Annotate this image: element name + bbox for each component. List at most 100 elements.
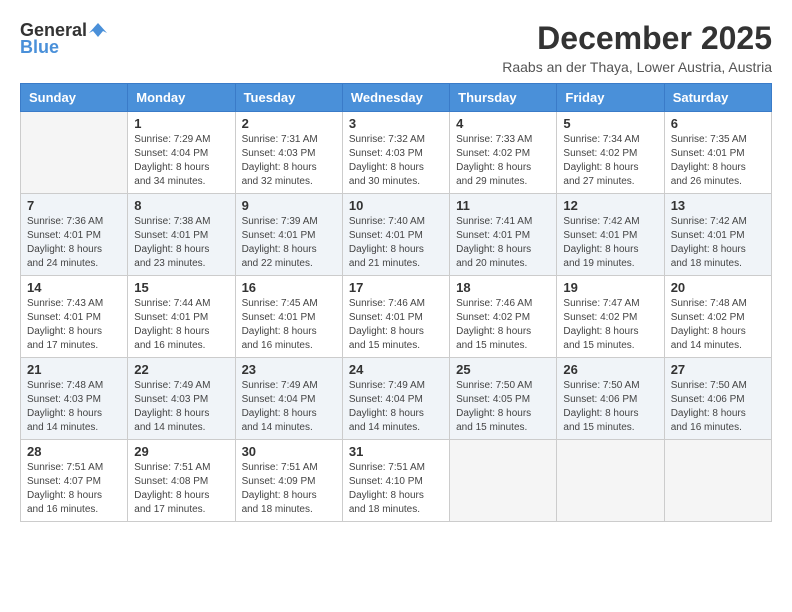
day-info: Sunrise: 7:51 AMSunset: 4:07 PMDaylight:… (27, 461, 121, 517)
day-number: 14 (27, 280, 121, 295)
day-number: 12 (563, 198, 657, 213)
day-info: Sunrise: 7:31 AMSunset: 4:03 PMDaylight:… (242, 133, 336, 189)
table-row: 1 Sunrise: 7:29 AMSunset: 4:04 PMDaylight… (128, 112, 235, 194)
calendar-week-row: 1 Sunrise: 7:29 AMSunset: 4:04 PMDaylight… (21, 112, 772, 194)
day-number: 23 (242, 362, 336, 377)
table-row: 4Sunrise: 7:33 AMSunset: 4:02 PMDaylight… (450, 112, 557, 194)
header-wednesday: Wednesday (342, 84, 449, 112)
table-row: 9 Sunrise: 7:39 AMSunset: 4:01 PMDaylight… (235, 194, 342, 276)
header-tuesday: Tuesday (235, 84, 342, 112)
day-info: Sunrise: 7:29 AMSunset: 4:04 PMDaylight:… (134, 133, 228, 189)
day-number: 27 (671, 362, 765, 377)
table-row: 19 Sunrise: 7:47 AMSunset: 4:02 PMDayligh… (557, 276, 664, 358)
day-number: 31 (349, 444, 443, 459)
table-row: 11Sunrise: 7:41 AMSunset: 4:01 PMDayligh… (450, 194, 557, 276)
day-number: 13 (671, 198, 765, 213)
table-row: 17 Sunrise: 7:46 AMSunset: 4:01 PMDayligh… (342, 276, 449, 358)
day-number: 4 (456, 116, 550, 131)
calendar-week-row: 21 Sunrise: 7:48 AMSunset: 4:03 PMDayligh… (21, 358, 772, 440)
day-number: 29 (134, 444, 228, 459)
table-row: 12 Sunrise: 7:42 AMSunset: 4:01 PMDayligh… (557, 194, 664, 276)
day-info: Sunrise: 7:38 AMSunset: 4:01 PMDaylight:… (134, 215, 228, 271)
day-number: 22 (134, 362, 228, 377)
table-row: 26Sunrise: 7:50 AMSunset: 4:06 PMDayligh… (557, 358, 664, 440)
table-row: 27 Sunrise: 7:50 AMSunset: 4:06 PMDayligh… (664, 358, 771, 440)
day-number: 24 (349, 362, 443, 377)
day-info: Sunrise: 7:48 AMSunset: 4:02 PMDaylight:… (671, 297, 765, 353)
table-row: 18Sunrise: 7:46 AMSunset: 4:02 PMDayligh… (450, 276, 557, 358)
table-row (450, 440, 557, 522)
header-monday: Monday (128, 84, 235, 112)
table-row: 20 Sunrise: 7:48 AMSunset: 4:02 PMDayligh… (664, 276, 771, 358)
day-number: 11 (456, 198, 550, 213)
day-info: Sunrise: 7:39 AMSunset: 4:01 PMDaylight:… (242, 215, 336, 271)
day-number: 19 (563, 280, 657, 295)
logo-blue: Blue (20, 37, 59, 58)
logo: General Blue (20, 20, 107, 58)
table-row: 7 Sunrise: 7:36 AMSunset: 4:01 PMDaylight… (21, 194, 128, 276)
day-info: Sunrise: 7:42 AMSunset: 4:01 PMDaylight:… (671, 215, 765, 271)
table-row: 21 Sunrise: 7:48 AMSunset: 4:03 PMDayligh… (21, 358, 128, 440)
table-row: 25 Sunrise: 7:50 AMSunset: 4:05 PMDayligh… (450, 358, 557, 440)
logo-bird-icon (89, 21, 107, 39)
day-info: Sunrise: 7:42 AMSunset: 4:01 PMDaylight:… (563, 215, 657, 271)
title-area: December 2025 Raabs an der Thaya, Lower … (502, 20, 772, 75)
table-row: 23Sunrise: 7:49 AMSunset: 4:04 PMDayligh… (235, 358, 342, 440)
table-row: 2Sunrise: 7:31 AMSunset: 4:03 PMDaylight… (235, 112, 342, 194)
day-info: Sunrise: 7:35 AMSunset: 4:01 PMDaylight:… (671, 133, 765, 189)
day-info: Sunrise: 7:51 AMSunset: 4:10 PMDaylight:… (349, 461, 443, 517)
day-number: 9 (242, 198, 336, 213)
table-row: 22 Sunrise: 7:49 AMSunset: 4:03 PMDayligh… (128, 358, 235, 440)
day-number: 16 (242, 280, 336, 295)
header-sunday: Sunday (21, 84, 128, 112)
month-title: December 2025 (502, 20, 772, 57)
day-info: Sunrise: 7:49 AMSunset: 4:03 PMDaylight:… (134, 379, 228, 435)
day-info: Sunrise: 7:49 AMSunset: 4:04 PMDaylight:… (349, 379, 443, 435)
day-info: Sunrise: 7:46 AMSunset: 4:02 PMDaylight:… (456, 297, 550, 353)
table-row: 8 Sunrise: 7:38 AMSunset: 4:01 PMDaylight… (128, 194, 235, 276)
header-saturday: Saturday (664, 84, 771, 112)
day-info: Sunrise: 7:51 AMSunset: 4:09 PMDaylight:… (242, 461, 336, 517)
calendar-week-row: 28 Sunrise: 7:51 AMSunset: 4:07 PMDayligh… (21, 440, 772, 522)
table-row (21, 112, 128, 194)
header-friday: Friday (557, 84, 664, 112)
day-info: Sunrise: 7:34 AMSunset: 4:02 PMDaylight:… (563, 133, 657, 189)
day-number: 25 (456, 362, 550, 377)
day-info: Sunrise: 7:50 AMSunset: 4:06 PMDaylight:… (671, 379, 765, 435)
day-number: 7 (27, 198, 121, 213)
table-row: 15Sunrise: 7:44 AMSunset: 4:01 PMDayligh… (128, 276, 235, 358)
table-row: 24 Sunrise: 7:49 AMSunset: 4:04 PMDayligh… (342, 358, 449, 440)
day-info: Sunrise: 7:32 AMSunset: 4:03 PMDaylight:… (349, 133, 443, 189)
table-row: 28 Sunrise: 7:51 AMSunset: 4:07 PMDayligh… (21, 440, 128, 522)
day-number: 20 (671, 280, 765, 295)
table-row: 10 Sunrise: 7:40 AMSunset: 4:01 PMDayligh… (342, 194, 449, 276)
calendar-table: Sunday Monday Tuesday Wednesday Thursday… (20, 83, 772, 522)
day-number: 6 (671, 116, 765, 131)
table-row: 6 Sunrise: 7:35 AMSunset: 4:01 PMDaylight… (664, 112, 771, 194)
page-header: General Blue December 2025 Raabs an der … (20, 20, 772, 75)
day-info: Sunrise: 7:46 AMSunset: 4:01 PMDaylight:… (349, 297, 443, 353)
table-row: 5 Sunrise: 7:34 AMSunset: 4:02 PMDaylight… (557, 112, 664, 194)
table-row: 30Sunrise: 7:51 AMSunset: 4:09 PMDayligh… (235, 440, 342, 522)
day-number: 5 (563, 116, 657, 131)
table-row (664, 440, 771, 522)
day-info: Sunrise: 7:36 AMSunset: 4:01 PMDaylight:… (27, 215, 121, 271)
location-title: Raabs an der Thaya, Lower Austria, Austr… (502, 59, 772, 75)
day-info: Sunrise: 7:40 AMSunset: 4:01 PMDaylight:… (349, 215, 443, 271)
day-number: 28 (27, 444, 121, 459)
day-info: Sunrise: 7:45 AMSunset: 4:01 PMDaylight:… (242, 297, 336, 353)
day-info: Sunrise: 7:50 AMSunset: 4:06 PMDaylight:… (563, 379, 657, 435)
day-info: Sunrise: 7:48 AMSunset: 4:03 PMDaylight:… (27, 379, 121, 435)
day-number: 17 (349, 280, 443, 295)
table-row: 13 Sunrise: 7:42 AMSunset: 4:01 PMDayligh… (664, 194, 771, 276)
day-info: Sunrise: 7:50 AMSunset: 4:05 PMDaylight:… (456, 379, 550, 435)
table-row: 16 Sunrise: 7:45 AMSunset: 4:01 PMDayligh… (235, 276, 342, 358)
day-number: 21 (27, 362, 121, 377)
day-number: 10 (349, 198, 443, 213)
day-number: 1 (134, 116, 228, 131)
table-row (557, 440, 664, 522)
header-thursday: Thursday (450, 84, 557, 112)
day-number: 8 (134, 198, 228, 213)
table-row: 29Sunrise: 7:51 AMSunset: 4:08 PMDayligh… (128, 440, 235, 522)
day-info: Sunrise: 7:47 AMSunset: 4:02 PMDaylight:… (563, 297, 657, 353)
